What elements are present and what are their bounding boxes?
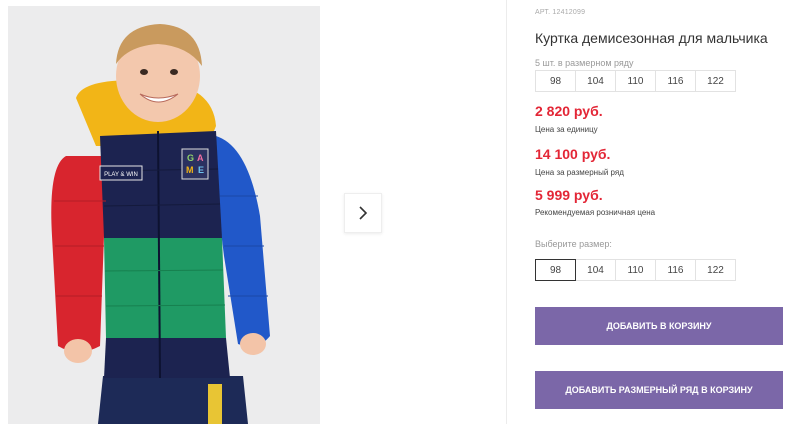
size-option-110[interactable]: 110	[615, 259, 656, 281]
add-pack-to-cart-button[interactable]: ДОБАВИТЬ РАЗМЕРНЫЙ РЯД В КОРЗИНУ	[535, 371, 783, 409]
retail-price: 5 999 руб.	[535, 187, 603, 203]
size-option-116[interactable]: 116	[655, 259, 696, 281]
pack-size-110: 110	[615, 70, 656, 92]
size-picker: 98 104 110 116 122	[535, 259, 736, 281]
product-photo: PLAY & WIN G A M E	[8, 6, 320, 424]
size-option-104[interactable]: 104	[575, 259, 616, 281]
badge-letter-m: M	[186, 165, 194, 175]
retail-price-label: Рекомендуемая розничная цена	[535, 208, 656, 217]
unit-price-label: Цена за единицу	[535, 125, 598, 134]
badge-letter-a: A	[197, 153, 204, 163]
unit-price: 2 820 руб.	[535, 103, 603, 119]
product-gallery: PLAY & WIN G A M E	[0, 0, 507, 424]
chevron-right-icon	[359, 206, 368, 220]
size-picker-label: Выберите размер:	[535, 239, 612, 249]
badge-letter-e: E	[198, 165, 204, 175]
pack-size-122: 122	[695, 70, 736, 92]
pack-size-104: 104	[575, 70, 616, 92]
size-option-98[interactable]: 98	[535, 259, 576, 281]
add-to-cart-button[interactable]: ДОБАВИТЬ В КОРЗИНУ	[535, 307, 783, 345]
size-option-122[interactable]: 122	[695, 259, 736, 281]
pack-price: 14 100 руб.	[535, 146, 611, 162]
product-title: Куртка демисезонная для мальчика	[535, 30, 768, 46]
pack-sizes-label: 5 шт. в размерном ряду	[535, 58, 634, 68]
next-image-button[interactable]	[344, 193, 382, 233]
badge-letter-g: G	[187, 153, 194, 163]
pack-sizes-row: 98 104 110 116 122	[535, 70, 736, 92]
pack-size-98: 98	[535, 70, 576, 92]
chest-patch-text: PLAY & WIN	[104, 172, 138, 178]
article-number: АРТ. 12412099	[535, 9, 586, 16]
pack-price-label: Цена за размерный ряд	[535, 168, 624, 177]
pack-size-116: 116	[655, 70, 696, 92]
